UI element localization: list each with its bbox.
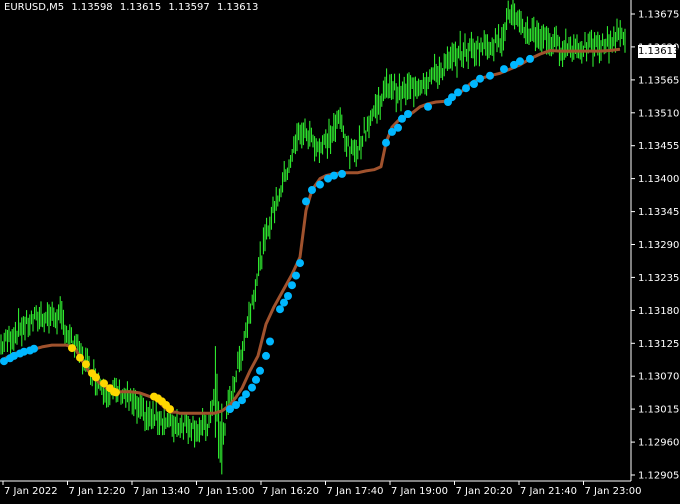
time-tick-label: 7 Jan 13:40 bbox=[133, 486, 190, 497]
signal-dot-up bbox=[470, 80, 478, 88]
signal-dot-up bbox=[242, 390, 250, 399]
signal-dot-up bbox=[338, 169, 346, 178]
time-tick-label: 7 Jan 20:20 bbox=[456, 486, 513, 497]
signal-dot-up bbox=[284, 292, 292, 300]
signal-dot-up bbox=[252, 375, 260, 384]
signal-dot-up bbox=[382, 138, 390, 147]
price-tick-label: 1.13510 bbox=[638, 108, 679, 119]
signal-dot-up bbox=[266, 337, 274, 346]
price-tick-label: 1.12960 bbox=[638, 438, 679, 449]
time-tick-label: 7 Jan 2022 bbox=[4, 486, 58, 497]
price-tick-label: 1.13345 bbox=[638, 207, 679, 218]
high-value: 1.13615 bbox=[119, 2, 162, 13]
price-tick-label: 1.13125 bbox=[638, 339, 679, 350]
signal-dot-up bbox=[316, 180, 324, 189]
signal-dot-up bbox=[296, 259, 304, 268]
signal-dot-up bbox=[262, 351, 270, 360]
price-tick-label: 1.13675 bbox=[638, 10, 679, 21]
time-tick-label: 7 Jan 23:00 bbox=[585, 486, 642, 497]
signal-dot-up bbox=[486, 71, 494, 80]
time-tick-label: 7 Jan 12:20 bbox=[69, 486, 126, 497]
signal-dot-up bbox=[30, 344, 38, 353]
signal-dot-up bbox=[462, 84, 470, 93]
signal-dot-down bbox=[92, 373, 100, 382]
signal-dot-up bbox=[302, 197, 310, 206]
signal-dot-up bbox=[330, 171, 338, 180]
signal-dot-up bbox=[308, 186, 316, 194]
signal-dot-up bbox=[476, 74, 484, 83]
time-tick-label: 7 Jan 17:40 bbox=[327, 486, 384, 497]
symbol-label: EURUSD,M5 bbox=[4, 2, 65, 13]
close-value: 1.13613 bbox=[216, 2, 259, 13]
price-tick-label: 1.13565 bbox=[638, 75, 679, 86]
low-value: 1.13597 bbox=[168, 2, 210, 13]
current-price-tag: 1.13613 bbox=[638, 44, 680, 58]
open-value: 1.13598 bbox=[71, 2, 113, 13]
signal-dot-up bbox=[248, 383, 256, 392]
ohlc-header: EURUSD,M5 1.13598 1.13615 1.13597 1.1361… bbox=[4, 2, 262, 13]
signal-dot-down bbox=[112, 388, 120, 397]
signal-dot-up bbox=[454, 88, 462, 97]
signal-dot-up bbox=[500, 65, 508, 74]
price-tick-label: 1.12905 bbox=[638, 471, 679, 482]
price-tick-label: 1.13070 bbox=[638, 372, 679, 383]
signal-dot-down bbox=[82, 360, 90, 369]
chart-canvas[interactable]: 1.136751.136201.135651.135101.134551.134… bbox=[0, 0, 680, 500]
signal-dot-up bbox=[256, 366, 264, 375]
price-chart[interactable]: 1.136751.136201.135651.135101.134551.134… bbox=[0, 0, 680, 500]
price-tick-label: 1.13235 bbox=[638, 273, 679, 284]
time-tick-label: 7 Jan 21:40 bbox=[520, 486, 577, 497]
time-tick-label: 7 Jan 15:00 bbox=[198, 486, 255, 497]
signal-dot-up bbox=[516, 57, 524, 66]
signal-dot-up bbox=[424, 102, 432, 111]
price-tick-label: 1.13015 bbox=[638, 405, 679, 416]
price-tick-label: 1.13180 bbox=[638, 306, 679, 317]
signal-dot-up bbox=[526, 54, 534, 63]
signal-dot-down bbox=[76, 353, 84, 362]
signal-dot-down bbox=[166, 405, 174, 414]
price-tick-label: 1.13455 bbox=[638, 141, 679, 152]
price-tick-label: 1.13400 bbox=[638, 174, 679, 185]
price-tick-label: 1.13290 bbox=[638, 240, 679, 251]
signal-dot-up bbox=[288, 281, 296, 290]
signal-dot-up bbox=[292, 271, 300, 280]
price-axis-labels: 1.136751.136201.135651.135101.134551.134… bbox=[631, 10, 679, 482]
signal-dot-up bbox=[404, 110, 412, 118]
time-tick-label: 7 Jan 19:00 bbox=[391, 486, 448, 497]
time-tick-label: 7 Jan 16:20 bbox=[262, 486, 319, 497]
signal-dot-up bbox=[394, 123, 402, 132]
signal-dot-down bbox=[68, 344, 76, 353]
